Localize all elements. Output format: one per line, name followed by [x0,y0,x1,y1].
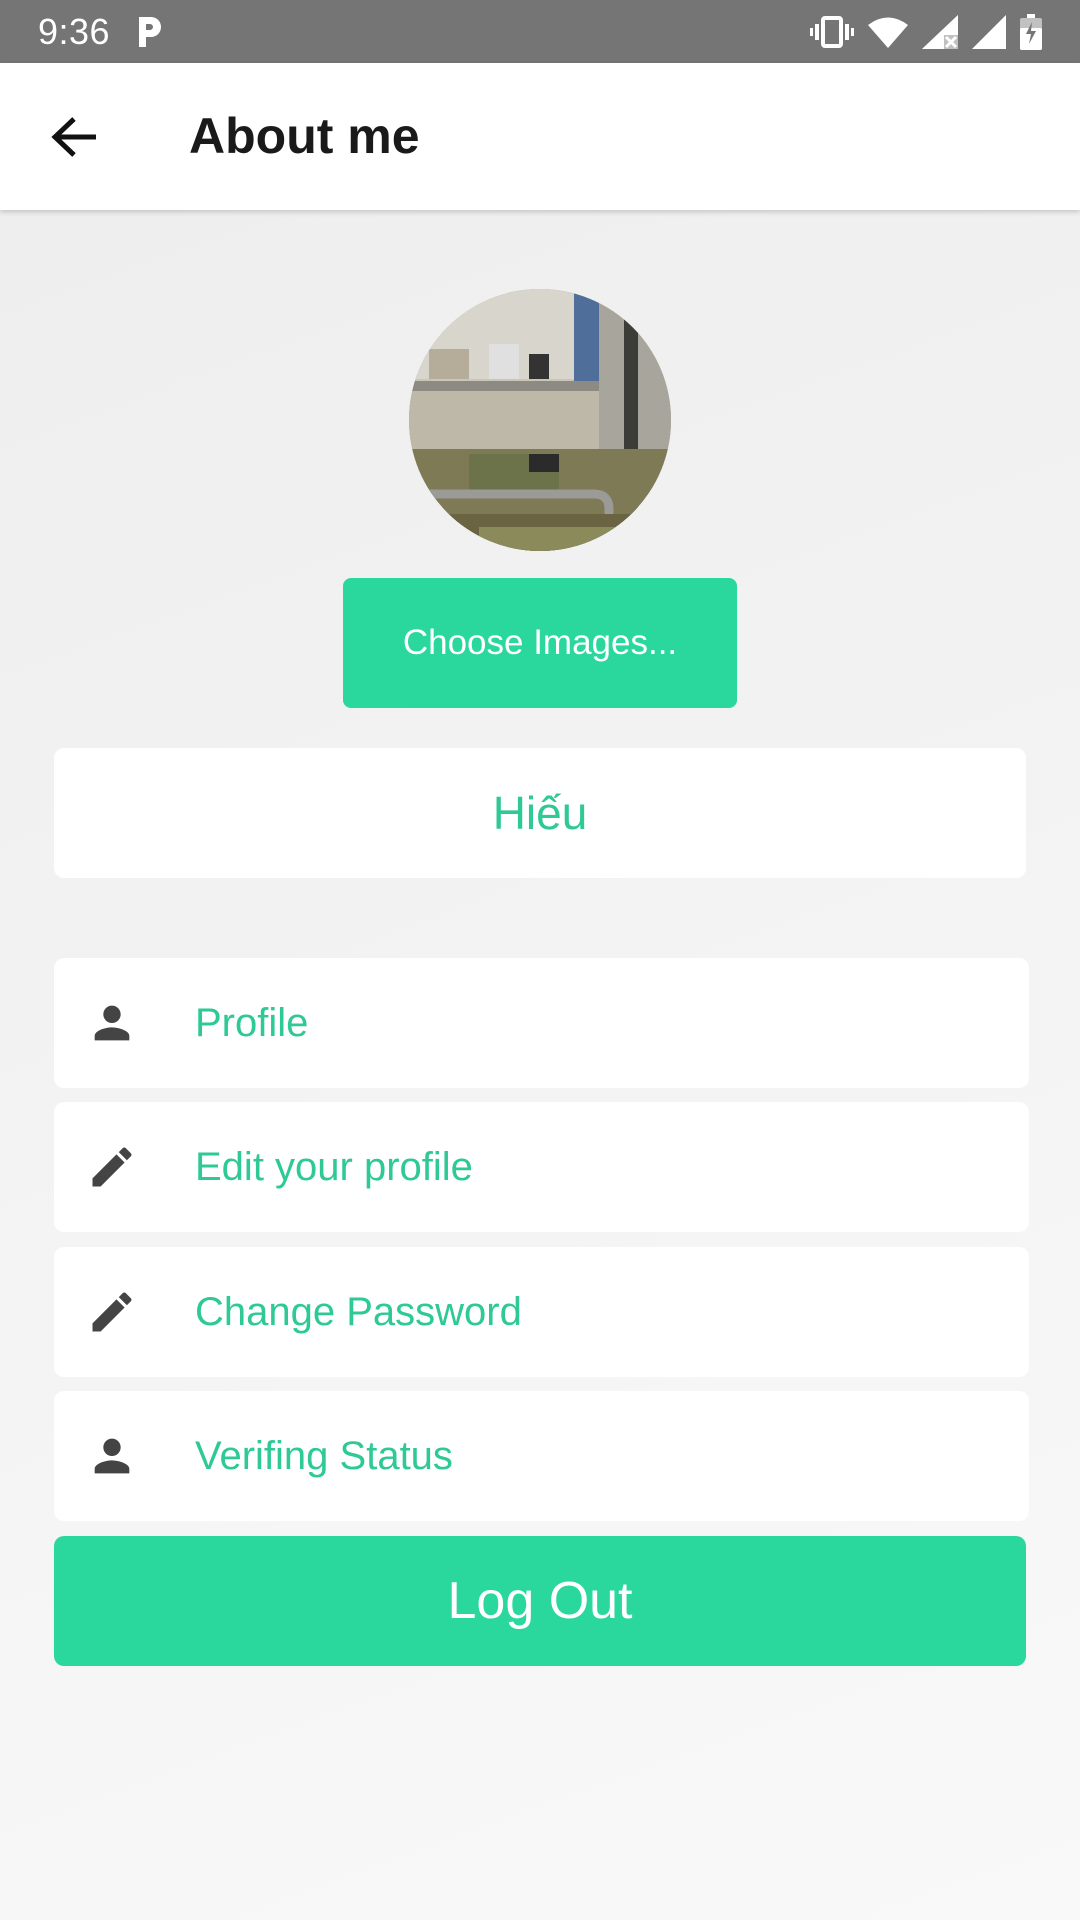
status-time: 9:36 [38,10,111,52]
wifi-icon [868,16,908,48]
person-icon [84,995,140,1051]
choose-images-button[interactable]: Choose Images... [343,578,737,708]
menu-item-edit-profile[interactable]: Edit your profile [54,1102,1029,1232]
page-title: About me [189,108,420,164]
person-icon [84,1428,140,1484]
battery-icon [1020,13,1042,50]
logout-button[interactable]: Log Out [54,1536,1026,1666]
vibrate-icon [810,15,854,49]
back-button[interactable] [40,103,108,171]
signal-icon [972,14,1006,49]
signal-x-icon [922,14,958,49]
avatar [409,289,671,551]
app-bar: About me [0,63,1080,210]
menu-item-verifing-status[interactable]: Verifing Status [54,1391,1029,1521]
menu-item-label: Change Password [195,1290,522,1334]
menu-item-label: Profile [195,1001,309,1045]
pencil-icon [84,1284,140,1340]
menu-item-change-password[interactable]: Change Password [54,1247,1029,1377]
menu-item-label: Verifing Status [195,1434,453,1478]
user-name-text: Hiếu [492,787,588,839]
arrow-left-icon [51,117,96,157]
status-icons [810,13,1042,50]
menu-item-label: Edit your profile [195,1145,473,1189]
user-name: Hiếu [54,748,1026,878]
menu-item-profile[interactable]: Profile [54,958,1029,1088]
p-icon [134,14,164,50]
pencil-icon [84,1139,140,1195]
status-bar: 9:36 [0,0,1080,63]
